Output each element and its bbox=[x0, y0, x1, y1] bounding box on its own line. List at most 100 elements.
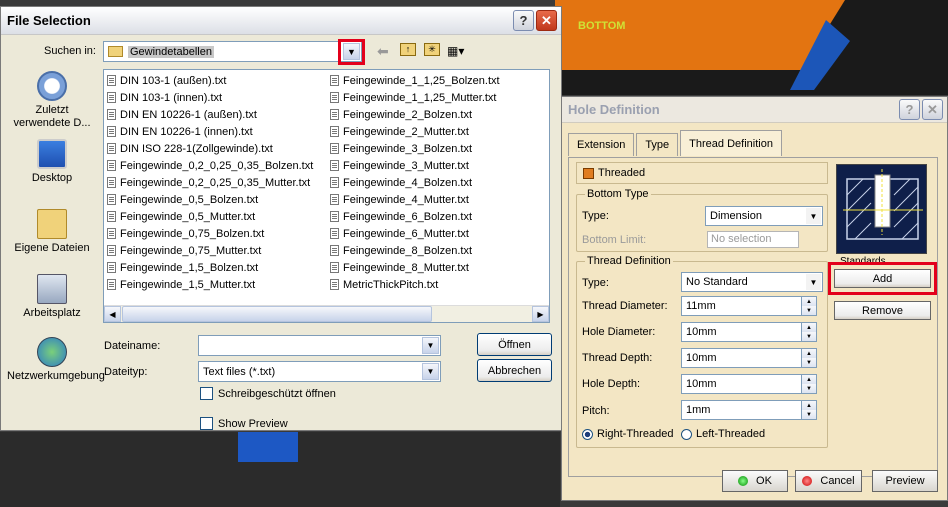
thread-diagram-icon bbox=[843, 169, 923, 240]
file-list-item[interactable]: Feingewinde_1_1,25_Bolzen.txt bbox=[330, 72, 500, 89]
threaded-checkbox[interactable]: Threaded bbox=[576, 162, 828, 184]
preview-button[interactable]: Preview bbox=[872, 470, 938, 492]
file-list-item[interactable]: Feingewinde_3_Bolzen.txt bbox=[330, 140, 500, 157]
up-folder-icon[interactable]: ↑ bbox=[400, 43, 416, 56]
file-list-item[interactable]: Feingewinde_6_Bolzen.txt bbox=[330, 208, 500, 225]
text-file-icon bbox=[330, 211, 339, 222]
spinner-arrows-icon[interactable]: ▲ ▼ bbox=[801, 349, 816, 367]
text-file-icon bbox=[107, 228, 116, 239]
file-list-item[interactable]: Feingewinde_3_Mutter.txt bbox=[330, 157, 500, 174]
file-list-item[interactable]: Feingewinde_0,5_Bolzen.txt bbox=[107, 191, 313, 208]
file-name: Feingewinde_0,5_Mutter.txt bbox=[120, 210, 256, 223]
file-list[interactable]: DIN 103-1 (außen).txt DIN 103-1 (innen).t… bbox=[103, 69, 550, 323]
right-threaded-radio[interactable]: Right-Threaded bbox=[582, 428, 673, 440]
place-my-documents[interactable]: Eigene Dateien bbox=[7, 209, 97, 254]
file-list-item[interactable]: Feingewinde_0,75_Mutter.txt bbox=[107, 242, 313, 259]
tab-extension[interactable]: Extension bbox=[568, 133, 635, 156]
cancel-hole-button[interactable]: Cancel bbox=[795, 470, 862, 492]
file-list-item[interactable]: MetricThickPitch.txt bbox=[330, 276, 500, 293]
back-arrow-icon[interactable]: ⬅ bbox=[377, 43, 389, 60]
text-file-icon bbox=[330, 177, 339, 188]
tab-thread-definition[interactable]: Thread Definition bbox=[680, 130, 782, 156]
file-list-item[interactable]: Feingewinde_0,75_Bolzen.txt bbox=[107, 225, 313, 242]
scrollbar-thumb[interactable] bbox=[122, 306, 432, 322]
bottom-type-group: Bottom Type Type: Dimension ▼ Bottom Lim… bbox=[576, 188, 828, 252]
cancel-button[interactable]: Abbrechen bbox=[477, 359, 552, 382]
file-list-item[interactable]: DIN EN 10226-1 (außen).txt bbox=[107, 106, 313, 123]
bottom-type-select[interactable]: Dimension ▼ bbox=[705, 206, 823, 226]
place-recent[interactable]: Zuletzt verwendete D... bbox=[7, 71, 97, 130]
text-file-icon bbox=[107, 160, 116, 171]
file-name: DIN 103-1 (innen).txt bbox=[120, 91, 223, 104]
chevron-down-icon[interactable]: ▼ bbox=[422, 337, 439, 354]
file-list-item[interactable]: Feingewinde_1,5_Mutter.txt bbox=[107, 276, 313, 293]
close-icon[interactable]: ✕ bbox=[922, 99, 943, 120]
chevron-down-icon[interactable]: ▼ bbox=[806, 208, 821, 224]
file-list-item[interactable]: Feingewinde_2_Mutter.txt bbox=[330, 123, 500, 140]
file-list-item[interactable]: Feingewinde_0,2_0,25_0,35_Bolzen.txt bbox=[107, 157, 313, 174]
place-desktop[interactable]: Desktop bbox=[7, 139, 97, 184]
pitch-spinner[interactable]: 1mm ▲ ▼ bbox=[681, 400, 817, 420]
thread-depth-spinner[interactable]: 10mm ▲ ▼ bbox=[681, 348, 817, 368]
spinner-arrows-icon[interactable]: ▲ ▼ bbox=[801, 401, 816, 419]
horizontal-scrollbar[interactable]: ◀ ▶ bbox=[104, 305, 549, 322]
scroll-right-icon[interactable]: ▶ bbox=[532, 306, 549, 322]
bottom-type-group-label: Bottom Type bbox=[585, 188, 651, 200]
file-list-item[interactable]: Feingewinde_4_Bolzen.txt bbox=[330, 174, 500, 191]
file-list-item[interactable]: DIN 103-1 (innen).txt bbox=[107, 89, 313, 106]
file-list-item[interactable]: Feingewinde_6_Mutter.txt bbox=[330, 225, 500, 242]
hole-diameter-spinner[interactable]: 10mm ▲ ▼ bbox=[681, 322, 817, 342]
ok-button[interactable]: OK bbox=[722, 470, 788, 492]
radio-unselected-icon[interactable] bbox=[681, 428, 692, 440]
bottom-type-label: Type: bbox=[582, 210, 609, 222]
chevron-down-icon[interactable]: ▼ bbox=[806, 274, 821, 290]
file-dialog-titlebar[interactable]: File Selection ? ✕ bbox=[1, 7, 561, 35]
checkbox-box[interactable] bbox=[200, 417, 213, 430]
thread-depth-value: 10mm bbox=[686, 352, 717, 364]
close-icon[interactable]: ✕ bbox=[536, 10, 557, 31]
chevron-down-icon[interactable]: ▼ bbox=[422, 363, 439, 380]
file-list-item[interactable]: Feingewinde_2_Bolzen.txt bbox=[330, 106, 500, 123]
left-threaded-radio[interactable]: Left-Threaded bbox=[681, 428, 765, 440]
hole-depth-spinner[interactable]: 10mm ▲ ▼ bbox=[681, 374, 817, 394]
scroll-left-icon[interactable]: ◀ bbox=[104, 306, 121, 322]
filename-input[interactable]: ▼ bbox=[198, 335, 441, 356]
file-list-item[interactable]: Feingewinde_8_Mutter.txt bbox=[330, 259, 500, 276]
file-list-item[interactable]: Feingewinde_1,5_Bolzen.txt bbox=[107, 259, 313, 276]
spinner-arrows-icon[interactable]: ▲ ▼ bbox=[801, 375, 816, 393]
tab-type[interactable]: Type bbox=[636, 133, 679, 156]
file-list-item[interactable]: DIN EN 10226-1 (innen).txt bbox=[107, 123, 313, 140]
thread-type-select[interactable]: No Standard ▼ bbox=[681, 272, 823, 292]
open-button[interactable]: Öffnen bbox=[477, 333, 552, 356]
thread-diameter-spinner[interactable]: 11mm ▲ ▼ bbox=[681, 296, 817, 316]
checkbox-box[interactable] bbox=[200, 387, 213, 400]
view-menu-icon[interactable]: ▦▾ bbox=[447, 44, 464, 58]
spinner-arrows-icon[interactable]: ▲ ▼ bbox=[801, 323, 816, 341]
file-list-item[interactable]: Feingewinde_4_Mutter.txt bbox=[330, 191, 500, 208]
file-name: Feingewinde_4_Bolzen.txt bbox=[343, 176, 473, 189]
bottom-limit-field[interactable]: No selection bbox=[707, 231, 799, 248]
filetype-select[interactable]: Text files (*.txt) ▼ bbox=[198, 361, 441, 382]
hole-dialog-titlebar[interactable]: Hole Definition ? ✕ bbox=[562, 97, 947, 123]
readonly-checkbox[interactable]: Schreibgeschützt öffnen bbox=[200, 387, 336, 400]
readonly-label: Schreibgeschützt öffnen bbox=[218, 387, 336, 400]
help-icon[interactable]: ? bbox=[513, 10, 534, 31]
file-list-item[interactable]: Feingewinde_1_1,25_Mutter.txt bbox=[330, 89, 500, 106]
file-list-item[interactable]: Feingewinde_0,2_0,25_0,35_Mutter.txt bbox=[107, 174, 313, 191]
place-my-computer[interactable]: Arbeitsplatz bbox=[7, 274, 97, 319]
text-file-icon bbox=[107, 109, 116, 120]
remove-button[interactable]: Remove bbox=[834, 301, 931, 320]
radio-selected-icon[interactable] bbox=[582, 428, 593, 440]
bottom-type-value: Dimension bbox=[710, 210, 762, 222]
file-list-item[interactable]: DIN 103-1 (außen).txt bbox=[107, 72, 313, 89]
file-list-item[interactable]: Feingewinde_8_Bolzen.txt bbox=[330, 242, 500, 259]
place-network[interactable]: Netzwerkumgebung bbox=[7, 337, 105, 383]
file-list-item[interactable]: DIN ISO 228-1(Zollgewinde).txt bbox=[107, 140, 313, 157]
checkbox-checked-icon[interactable] bbox=[583, 167, 594, 179]
file-list-item[interactable]: Feingewinde_0,5_Mutter.txt bbox=[107, 208, 313, 225]
look-in-combo[interactable]: Gewindetabellen ▼ bbox=[103, 41, 362, 62]
new-folder-icon[interactable]: ✳ bbox=[424, 43, 440, 56]
spinner-arrows-icon[interactable]: ▲ ▼ bbox=[801, 297, 816, 315]
show-preview-checkbox[interactable]: Show Preview bbox=[200, 417, 288, 430]
help-icon[interactable]: ? bbox=[899, 99, 920, 120]
